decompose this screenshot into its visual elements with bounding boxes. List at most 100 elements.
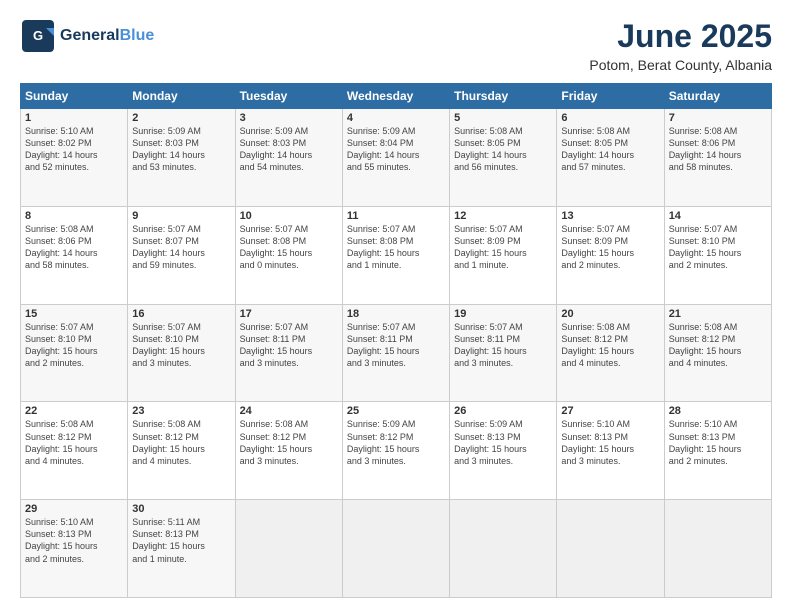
day-number: 20 xyxy=(561,308,659,320)
calendar-day: 13Sunrise: 5:07 AMSunset: 8:09 PMDayligh… xyxy=(557,206,664,304)
day-details: Sunrise: 5:07 AMSunset: 8:11 PMDaylight:… xyxy=(240,321,338,370)
weekday-header-thursday: Thursday xyxy=(450,84,557,109)
day-details: Sunrise: 5:08 AMSunset: 8:06 PMDaylight:… xyxy=(25,223,123,272)
day-details: Sunrise: 5:10 AMSunset: 8:02 PMDaylight:… xyxy=(25,125,123,174)
calendar-day: 25Sunrise: 5:09 AMSunset: 8:12 PMDayligh… xyxy=(342,402,449,500)
day-details: Sunrise: 5:08 AMSunset: 8:05 PMDaylight:… xyxy=(454,125,552,174)
calendar-day: 22Sunrise: 5:08 AMSunset: 8:12 PMDayligh… xyxy=(21,402,128,500)
calendar-day: 17Sunrise: 5:07 AMSunset: 8:11 PMDayligh… xyxy=(235,304,342,402)
day-details: Sunrise: 5:07 AMSunset: 8:10 PMDaylight:… xyxy=(25,321,123,370)
calendar-day: 11Sunrise: 5:07 AMSunset: 8:08 PMDayligh… xyxy=(342,206,449,304)
day-number: 14 xyxy=(669,210,767,222)
calendar-day: 27Sunrise: 5:10 AMSunset: 8:13 PMDayligh… xyxy=(557,402,664,500)
day-number: 1 xyxy=(25,112,123,124)
day-details: Sunrise: 5:09 AMSunset: 8:03 PMDaylight:… xyxy=(240,125,338,174)
weekday-header-sunday: Sunday xyxy=(21,84,128,109)
day-details: Sunrise: 5:08 AMSunset: 8:12 PMDaylight:… xyxy=(561,321,659,370)
day-details: Sunrise: 5:10 AMSunset: 8:13 PMDaylight:… xyxy=(669,418,767,467)
calendar-week-1: 1Sunrise: 5:10 AMSunset: 8:02 PMDaylight… xyxy=(21,109,772,207)
calendar-day: 7Sunrise: 5:08 AMSunset: 8:06 PMDaylight… xyxy=(664,109,771,207)
page: G GeneralBlue June 2025 Potom, Berat Cou… xyxy=(0,0,792,612)
day-number: 23 xyxy=(132,405,230,417)
calendar-day: 6Sunrise: 5:08 AMSunset: 8:05 PMDaylight… xyxy=(557,109,664,207)
day-number: 7 xyxy=(669,112,767,124)
calendar-day: 12Sunrise: 5:07 AMSunset: 8:09 PMDayligh… xyxy=(450,206,557,304)
calendar-day: 28Sunrise: 5:10 AMSunset: 8:13 PMDayligh… xyxy=(664,402,771,500)
day-number: 8 xyxy=(25,210,123,222)
day-details: Sunrise: 5:07 AMSunset: 8:11 PMDaylight:… xyxy=(454,321,552,370)
day-number: 15 xyxy=(25,308,123,320)
calendar-day: 14Sunrise: 5:07 AMSunset: 8:10 PMDayligh… xyxy=(664,206,771,304)
calendar-day: 2Sunrise: 5:09 AMSunset: 8:03 PMDaylight… xyxy=(128,109,235,207)
calendar-day xyxy=(342,500,449,598)
day-number: 6 xyxy=(561,112,659,124)
day-number: 28 xyxy=(669,405,767,417)
calendar-day: 16Sunrise: 5:07 AMSunset: 8:10 PMDayligh… xyxy=(128,304,235,402)
day-details: Sunrise: 5:09 AMSunset: 8:04 PMDaylight:… xyxy=(347,125,445,174)
day-details: Sunrise: 5:08 AMSunset: 8:12 PMDaylight:… xyxy=(132,418,230,467)
day-number: 2 xyxy=(132,112,230,124)
day-details: Sunrise: 5:07 AMSunset: 8:08 PMDaylight:… xyxy=(347,223,445,272)
day-number: 9 xyxy=(132,210,230,222)
calendar-day: 1Sunrise: 5:10 AMSunset: 8:02 PMDaylight… xyxy=(21,109,128,207)
day-details: Sunrise: 5:10 AMSunset: 8:13 PMDaylight:… xyxy=(561,418,659,467)
day-number: 21 xyxy=(669,308,767,320)
calendar-day: 8Sunrise: 5:08 AMSunset: 8:06 PMDaylight… xyxy=(21,206,128,304)
day-details: Sunrise: 5:08 AMSunset: 8:12 PMDaylight:… xyxy=(669,321,767,370)
weekday-header-wednesday: Wednesday xyxy=(342,84,449,109)
day-details: Sunrise: 5:08 AMSunset: 8:05 PMDaylight:… xyxy=(561,125,659,174)
calendar-day: 24Sunrise: 5:08 AMSunset: 8:12 PMDayligh… xyxy=(235,402,342,500)
day-number: 29 xyxy=(25,503,123,515)
weekday-header-row: SundayMondayTuesdayWednesdayThursdayFrid… xyxy=(21,84,772,109)
day-details: Sunrise: 5:07 AMSunset: 8:09 PMDaylight:… xyxy=(561,223,659,272)
calendar-week-2: 8Sunrise: 5:08 AMSunset: 8:06 PMDaylight… xyxy=(21,206,772,304)
day-details: Sunrise: 5:07 AMSunset: 8:09 PMDaylight:… xyxy=(454,223,552,272)
day-number: 13 xyxy=(561,210,659,222)
day-details: Sunrise: 5:07 AMSunset: 8:10 PMDaylight:… xyxy=(132,321,230,370)
day-details: Sunrise: 5:07 AMSunset: 8:11 PMDaylight:… xyxy=(347,321,445,370)
calendar-day: 4Sunrise: 5:09 AMSunset: 8:04 PMDaylight… xyxy=(342,109,449,207)
calendar-week-4: 22Sunrise: 5:08 AMSunset: 8:12 PMDayligh… xyxy=(21,402,772,500)
weekday-header-monday: Monday xyxy=(128,84,235,109)
calendar-day: 21Sunrise: 5:08 AMSunset: 8:12 PMDayligh… xyxy=(664,304,771,402)
calendar-day: 23Sunrise: 5:08 AMSunset: 8:12 PMDayligh… xyxy=(128,402,235,500)
calendar-day: 20Sunrise: 5:08 AMSunset: 8:12 PMDayligh… xyxy=(557,304,664,402)
calendar-day xyxy=(664,500,771,598)
day-details: Sunrise: 5:07 AMSunset: 8:07 PMDaylight:… xyxy=(132,223,230,272)
day-details: Sunrise: 5:08 AMSunset: 8:12 PMDaylight:… xyxy=(240,418,338,467)
day-details: Sunrise: 5:07 AMSunset: 8:10 PMDaylight:… xyxy=(669,223,767,272)
calendar-title: June 2025 xyxy=(589,18,772,55)
day-number: 10 xyxy=(240,210,338,222)
weekday-header-saturday: Saturday xyxy=(664,84,771,109)
day-details: Sunrise: 5:11 AMSunset: 8:13 PMDaylight:… xyxy=(132,516,230,565)
day-number: 27 xyxy=(561,405,659,417)
calendar-day: 18Sunrise: 5:07 AMSunset: 8:11 PMDayligh… xyxy=(342,304,449,402)
day-details: Sunrise: 5:09 AMSunset: 8:12 PMDaylight:… xyxy=(347,418,445,467)
calendar-day xyxy=(235,500,342,598)
calendar-day: 9Sunrise: 5:07 AMSunset: 8:07 PMDaylight… xyxy=(128,206,235,304)
day-details: Sunrise: 5:09 AMSunset: 8:13 PMDaylight:… xyxy=(454,418,552,467)
day-number: 22 xyxy=(25,405,123,417)
day-number: 3 xyxy=(240,112,338,124)
calendar-week-5: 29Sunrise: 5:10 AMSunset: 8:13 PMDayligh… xyxy=(21,500,772,598)
header: G GeneralBlue June 2025 Potom, Berat Cou… xyxy=(20,18,772,73)
day-number: 11 xyxy=(347,210,445,222)
day-number: 16 xyxy=(132,308,230,320)
logo-name: GeneralBlue xyxy=(60,27,154,45)
day-number: 30 xyxy=(132,503,230,515)
day-number: 5 xyxy=(454,112,552,124)
logo: G GeneralBlue xyxy=(20,18,154,54)
day-number: 17 xyxy=(240,308,338,320)
calendar-day: 19Sunrise: 5:07 AMSunset: 8:11 PMDayligh… xyxy=(450,304,557,402)
day-number: 4 xyxy=(347,112,445,124)
day-number: 12 xyxy=(454,210,552,222)
title-block: June 2025 Potom, Berat County, Albania xyxy=(589,18,772,73)
calendar-subtitle: Potom, Berat County, Albania xyxy=(589,57,772,73)
day-details: Sunrise: 5:08 AMSunset: 8:12 PMDaylight:… xyxy=(25,418,123,467)
calendar-day: 30Sunrise: 5:11 AMSunset: 8:13 PMDayligh… xyxy=(128,500,235,598)
day-number: 19 xyxy=(454,308,552,320)
weekday-header-friday: Friday xyxy=(557,84,664,109)
calendar-day: 29Sunrise: 5:10 AMSunset: 8:13 PMDayligh… xyxy=(21,500,128,598)
calendar-day: 5Sunrise: 5:08 AMSunset: 8:05 PMDaylight… xyxy=(450,109,557,207)
calendar-day: 3Sunrise: 5:09 AMSunset: 8:03 PMDaylight… xyxy=(235,109,342,207)
